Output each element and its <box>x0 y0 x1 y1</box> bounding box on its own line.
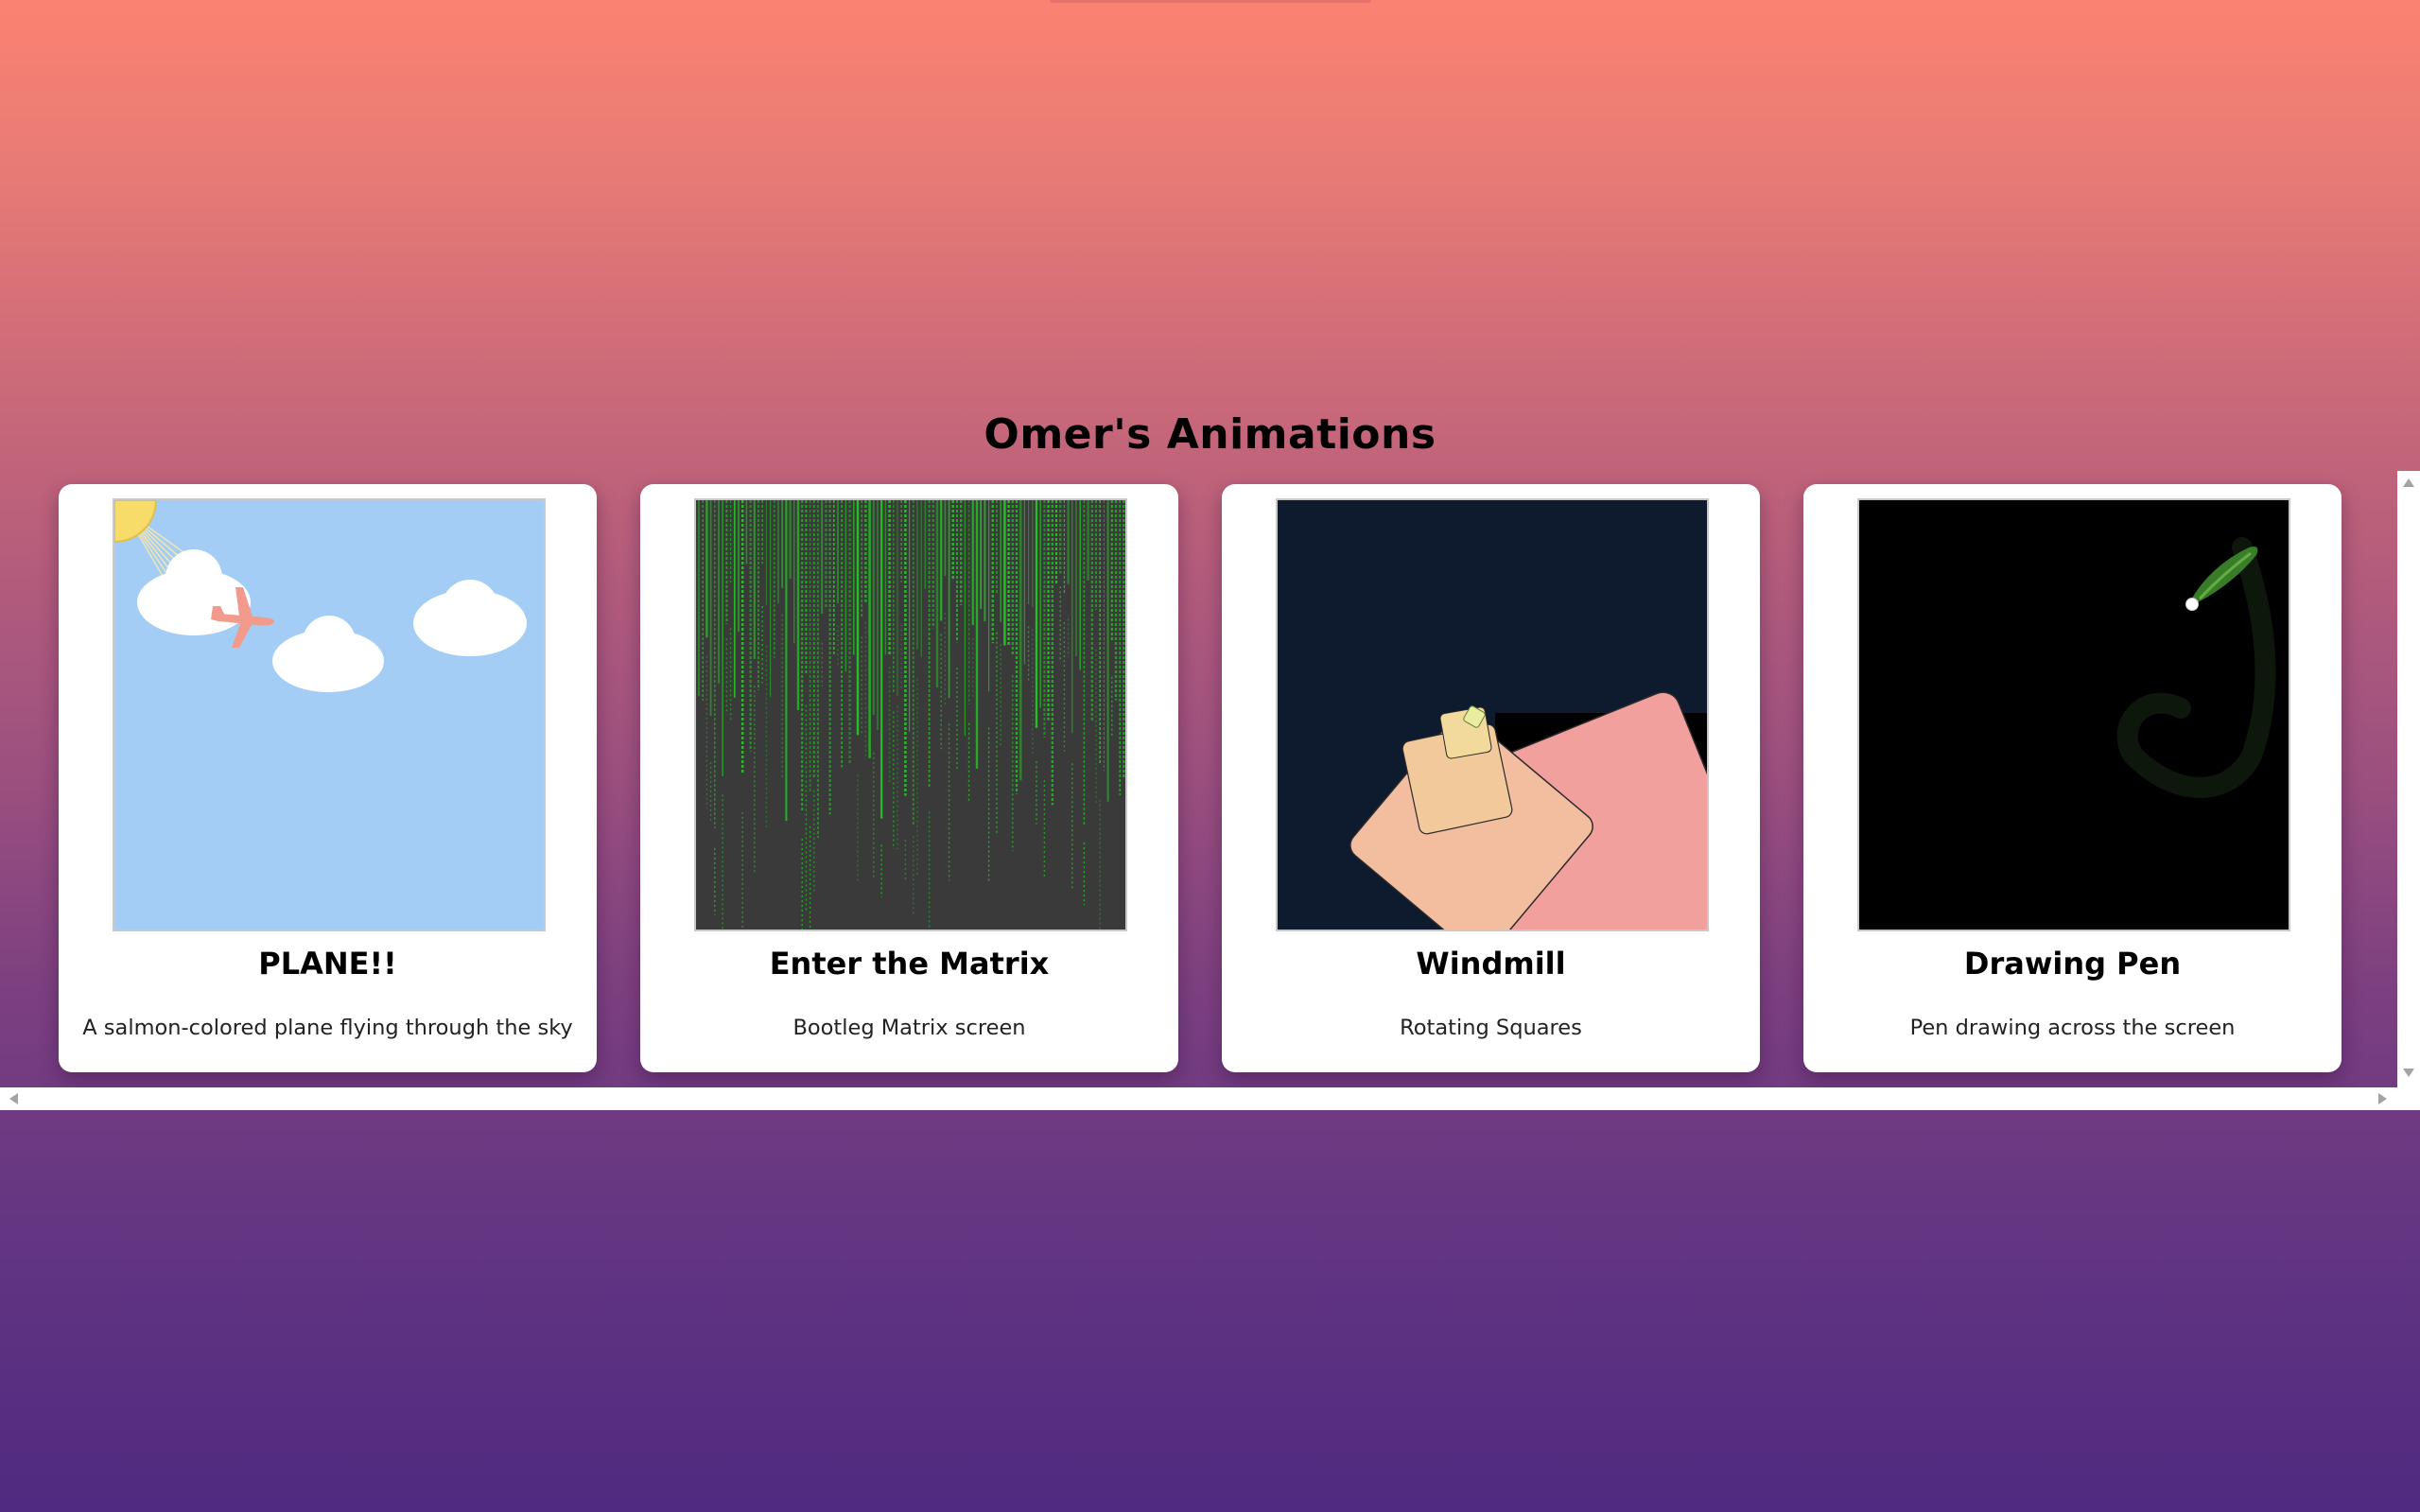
matrix-animation-preview[interactable] <box>694 498 1127 931</box>
card-title: Drawing Pen <box>1963 946 2182 982</box>
scroll-down-arrow-icon[interactable] <box>2403 1069 2414 1077</box>
animation-card-drawing-pen[interactable]: Drawing Pen Pen drawing across the scree… <box>1803 484 2342 1072</box>
vertical-scrollbar[interactable] <box>2397 471 2420 1087</box>
pen-tip-icon <box>2185 598 2199 611</box>
horizontal-scrollbar[interactable] <box>0 1087 2420 1110</box>
scroll-up-arrow-icon[interactable] <box>2403 478 2414 487</box>
animation-card-plane[interactable]: PLANE!! A salmon-colored plane flying th… <box>59 484 597 1072</box>
scroll-right-arrow-icon[interactable] <box>2378 1093 2387 1104</box>
animation-card-matrix[interactable]: Enter the Matrix Bootleg Matrix screen <box>640 484 1178 1072</box>
top-tab-edge <box>1050 0 1371 3</box>
plane-animation-preview[interactable] <box>113 498 546 931</box>
cards-scroll-container[interactable]: PLANE!! A salmon-colored plane flying th… <box>0 471 2420 1110</box>
card-description: Bootleg Matrix screen <box>792 1016 1026 1040</box>
animation-card-windmill[interactable]: Windmill Rotating Squares <box>1222 484 1760 1072</box>
cards-row: PLANE!! A salmon-colored plane flying th… <box>0 471 2397 1087</box>
card-title: Windmill <box>1416 946 1566 982</box>
card-description: Pen drawing across the screen <box>1909 1016 2236 1040</box>
page-title: Omer's Animations <box>984 410 1436 459</box>
card-title: Enter the Matrix <box>769 946 1050 982</box>
scroll-left-arrow-icon[interactable] <box>9 1093 18 1104</box>
drawing-pen-animation-preview[interactable] <box>1857 498 2290 931</box>
card-description: Rotating Squares <box>1400 1016 1582 1040</box>
card-title: PLANE!! <box>258 946 397 982</box>
card-description: A salmon-colored plane flying through th… <box>82 1016 573 1040</box>
windmill-animation-preview[interactable] <box>1276 498 1709 931</box>
